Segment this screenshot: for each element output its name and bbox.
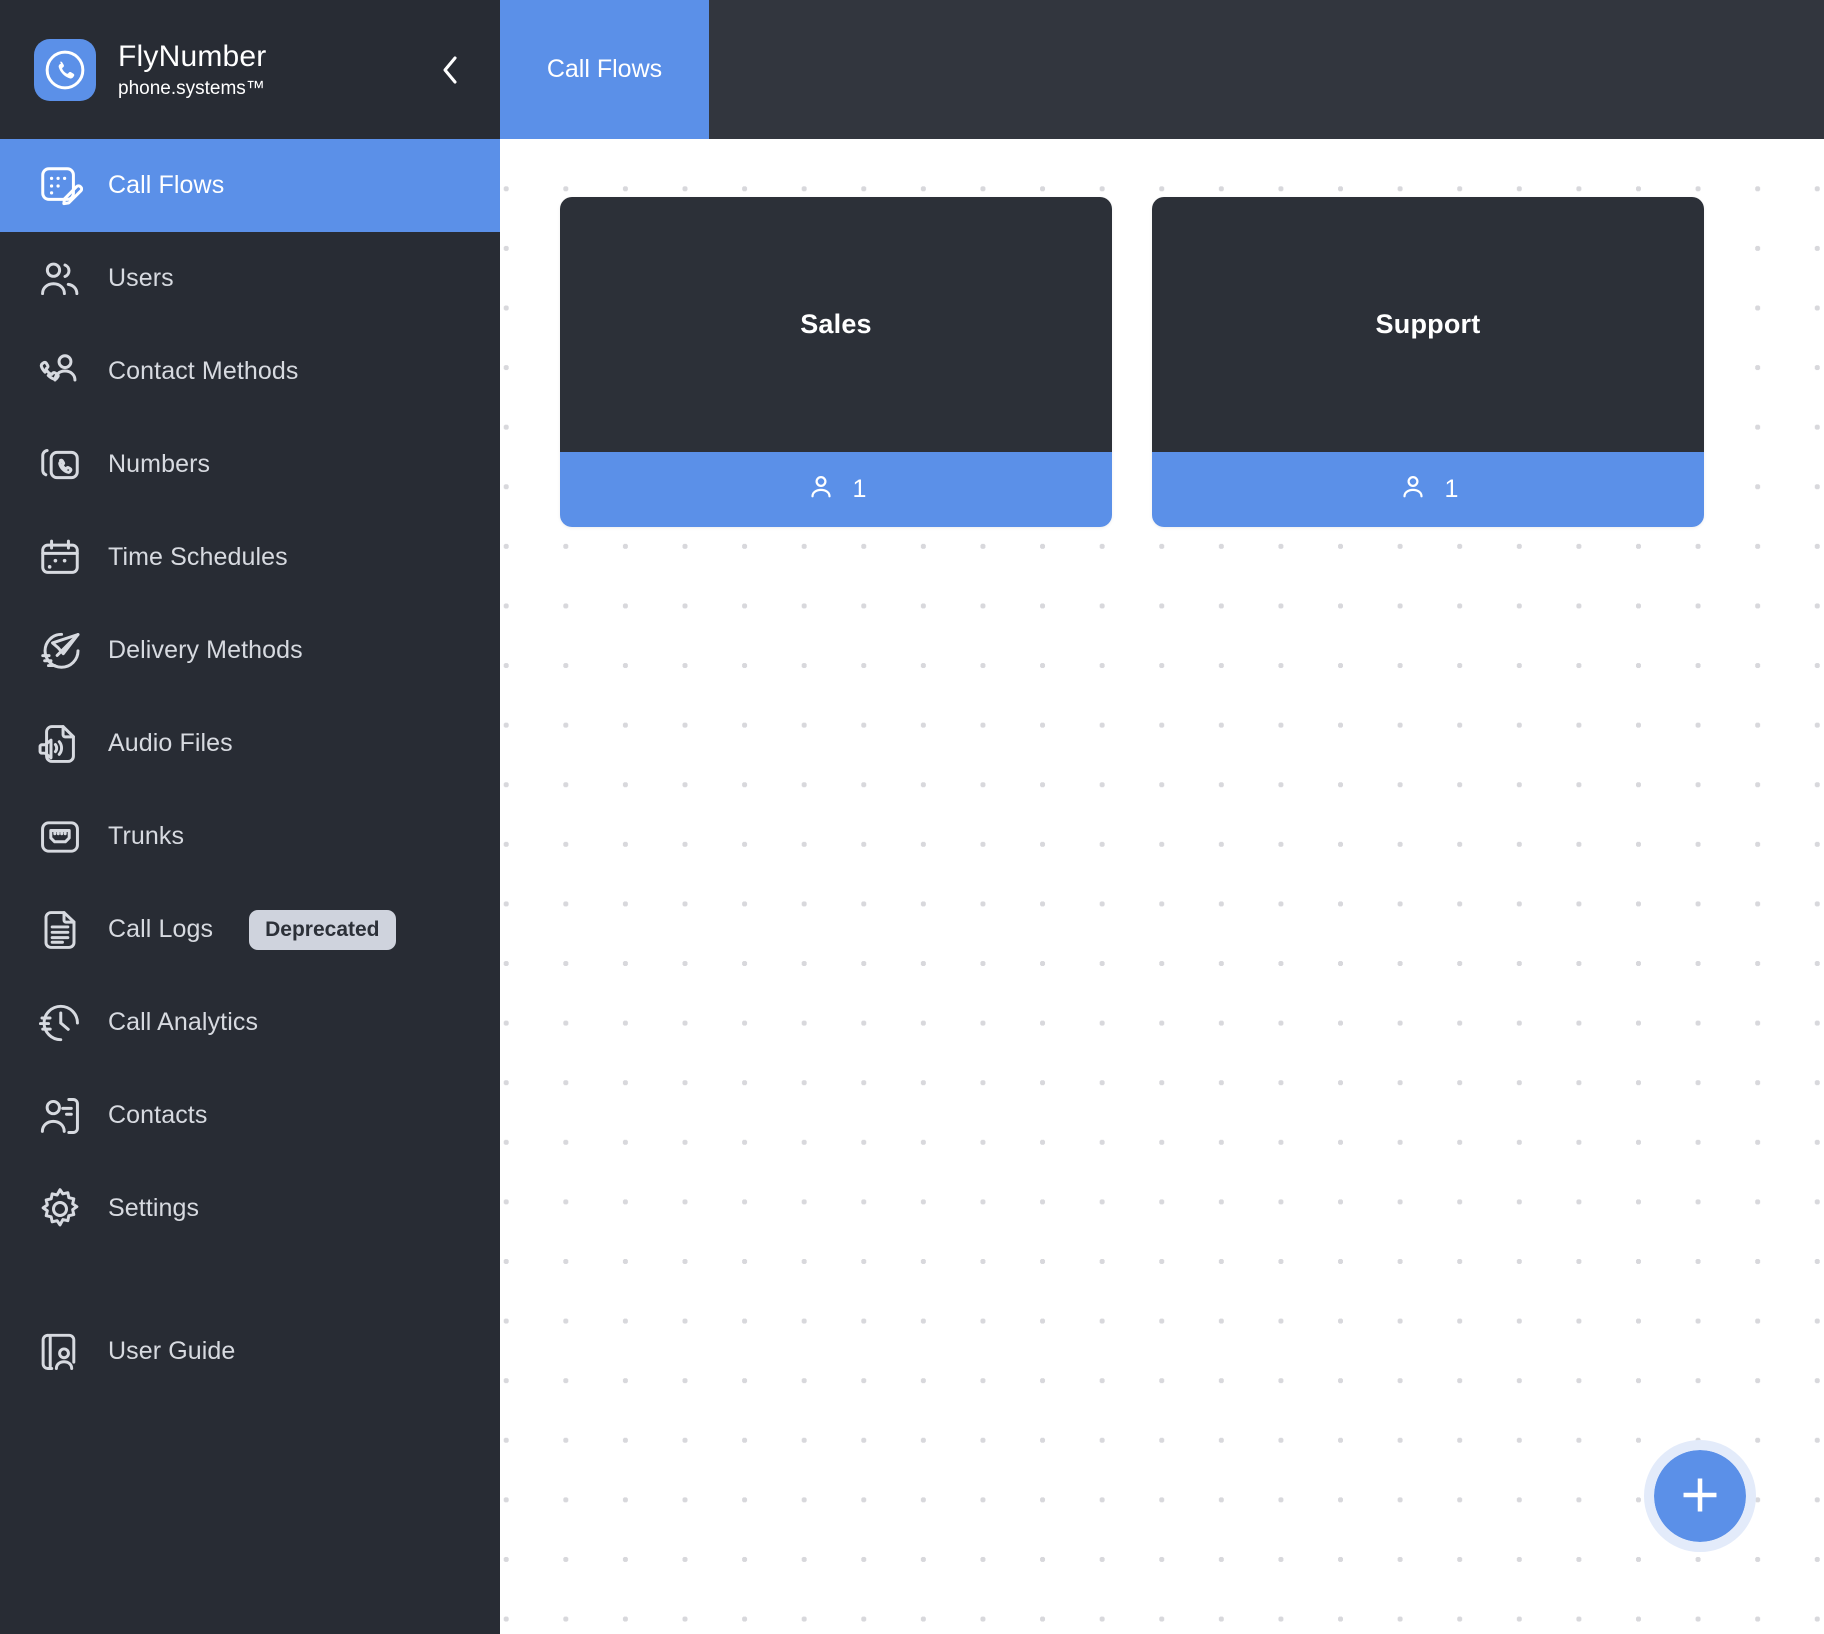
phone-cards-icon <box>34 439 86 491</box>
sidebar-item-users[interactable]: Users <box>0 232 500 325</box>
phone-user-icon <box>34 346 86 398</box>
sidebar-item-label: Users <box>108 264 174 292</box>
sidebar-divider-space <box>0 1255 500 1305</box>
sidebar-item-label: Trunks <box>108 822 185 850</box>
sidebar-item-user-guide[interactable]: User Guide <box>0 1305 500 1398</box>
calendar-icon <box>34 532 86 584</box>
brand-subtitle: phone.systems™ <box>118 77 265 99</box>
flow-card-support[interactable]: Support 1 <box>1152 197 1704 527</box>
sidebar-item-contacts[interactable]: Contacts <box>0 1069 500 1162</box>
sidebar-nav: Call Flows Users Contact Methods Numbers Tim… <box>0 139 500 1255</box>
sidebar-item-call-logs[interactable]: Call Logs Deprecated <box>0 883 500 976</box>
sidebar-item-label: Audio Files <box>108 729 233 757</box>
brand-header: FlyNumber phone.systems™ <box>0 0 500 139</box>
sidebar-item-label: Call Analytics <box>108 1008 259 1036</box>
sidebar-item-call-analytics[interactable]: Call Analytics <box>0 976 500 1069</box>
flow-card-footer[interactable]: 1 <box>1152 452 1704 527</box>
tab-call-flows[interactable]: Call Flows <box>500 0 709 139</box>
sidebar-item-time-schedules[interactable]: Time Schedules <box>0 511 500 604</box>
flow-card-user-count: 1 <box>852 475 867 503</box>
add-call-flow-button[interactable] <box>1644 1440 1756 1552</box>
phone-circle-icon <box>34 38 96 101</box>
call-flow-edit-icon <box>34 160 86 212</box>
sidebar-item-label: Contacts <box>108 1101 208 1129</box>
deprecated-badge: Deprecated <box>249 909 396 950</box>
sidebar-item-label: Delivery Methods <box>108 636 303 664</box>
user-icon <box>1398 472 1428 507</box>
sidebar-item-label: Contact Methods <box>108 357 299 385</box>
brand-text: FlyNumber phone.systems™ <box>118 39 267 101</box>
user-icon <box>806 472 836 507</box>
tab-call-flows-label: Call Flows <box>546 55 663 83</box>
flow-card-body: Sales <box>560 197 1112 452</box>
flow-card-title: Sales <box>800 309 872 339</box>
app-root: FlyNumber phone.systems™ Call Flows Users… <box>0 0 1824 1634</box>
sidebar-item-label: User Guide <box>108 1337 236 1365</box>
contact-card-icon <box>34 1090 86 1142</box>
flow-card-sales[interactable]: Sales 1 <box>560 197 1112 527</box>
gear-icon <box>34 1183 86 1235</box>
flow-card-title: Support <box>1375 309 1481 339</box>
paper-plane-icon <box>34 625 86 677</box>
flow-card-body: Support <box>1152 197 1704 452</box>
sidebar: FlyNumber phone.systems™ Call Flows Users… <box>0 0 500 1634</box>
tab-bar: Call Flows <box>500 0 1824 139</box>
sidebar-item-trunks[interactable]: Trunks <box>0 790 500 883</box>
flow-canvas[interactable]: Sales 1 Support 1 <box>500 139 1824 1634</box>
ethernet-port-icon <box>34 811 86 863</box>
sidebar-item-label: Call Flows <box>108 171 225 199</box>
sidebar-item-contact-methods[interactable]: Contact Methods <box>0 325 500 418</box>
flow-card-footer[interactable]: 1 <box>560 452 1112 527</box>
chevron-left-icon[interactable] <box>428 48 472 92</box>
sidebar-item-label: Settings <box>108 1194 200 1222</box>
sidebar-item-delivery-methods[interactable]: Delivery Methods <box>0 604 500 697</box>
flow-card-user-count: 1 <box>1444 475 1459 503</box>
clock-speed-icon <box>34 997 86 1049</box>
main-area: Call Flows Sales 1 Support 1 <box>500 0 1824 1634</box>
brand-title: FlyNumber <box>118 39 267 73</box>
document-lines-icon <box>34 904 86 956</box>
users-icon <box>34 253 86 305</box>
sidebar-item-call-flows[interactable]: Call Flows <box>0 139 500 232</box>
sidebar-item-label: Call Logs <box>108 915 214 943</box>
book-user-icon <box>34 1326 86 1378</box>
sidebar-nav-footer: User Guide <box>0 1305 500 1398</box>
sidebar-item-numbers[interactable]: Numbers <box>0 418 500 511</box>
plus-icon <box>1674 1469 1726 1524</box>
sidebar-item-label: Numbers <box>108 450 211 478</box>
sidebar-item-settings[interactable]: Settings <box>0 1162 500 1255</box>
sidebar-item-audio-files[interactable]: Audio Files <box>0 697 500 790</box>
audio-file-icon <box>34 718 86 770</box>
sidebar-item-label: Time Schedules <box>108 543 288 571</box>
